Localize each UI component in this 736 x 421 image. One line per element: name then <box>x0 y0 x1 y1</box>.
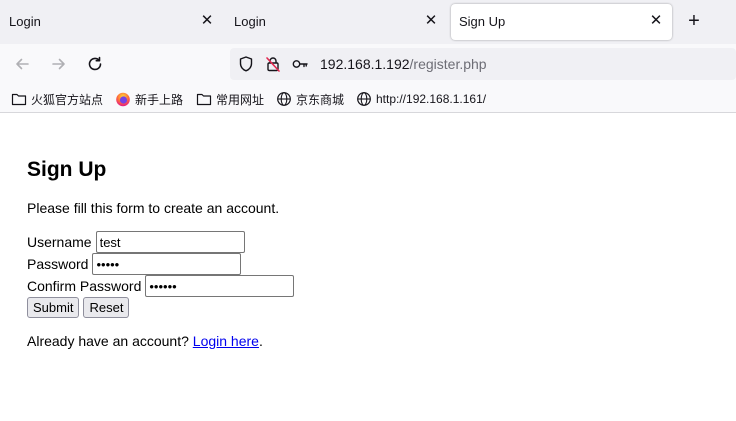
bookmark-label: 新手上路 <box>135 92 184 107</box>
bookmark-item[interactable]: 新手上路 <box>115 90 183 108</box>
reload-icon <box>88 56 102 71</box>
bookmark-label: 常用网址 <box>216 92 265 107</box>
bookmark-item[interactable]: 常用网址 <box>196 90 264 108</box>
new-tab-button[interactable]: + <box>683 11 705 33</box>
username-label: Username <box>27 234 92 250</box>
confirm-password-input[interactable] <box>145 275 295 297</box>
bookmark-item[interactable]: 火狐官方站点 <box>11 90 103 108</box>
firefox-icon <box>116 92 130 107</box>
globe-icon <box>357 92 371 106</box>
page-title: Sign Up <box>27 158 107 181</box>
tab-sign-up[interactable]: Sign Up ✕ <box>451 4 672 40</box>
login-link[interactable]: Login here <box>193 333 259 349</box>
confirm-password-row: Confirm Password <box>27 275 295 297</box>
form-intro: Please fill this form to create an accou… <box>27 200 280 216</box>
login-suffix: . <box>258 333 263 349</box>
url-text[interactable]: 192.168.1.192/register.php <box>320 56 487 72</box>
insecure-lock-icon[interactable] <box>264 55 282 73</box>
browser-window: Login ✕ Login ✕ Sign Up ✕ + 192.168.1.19… <box>0 0 736 421</box>
account-prompt-text: Already have an account? <box>27 333 189 349</box>
reload-button[interactable] <box>83 52 107 76</box>
folder-icon <box>11 93 27 106</box>
close-tab-icon[interactable]: ✕ <box>647 12 665 30</box>
bookmark-label: http://192.168.1.161/ <box>376 92 487 106</box>
page-content: Sign Up Please fill this form to create … <box>0 113 736 421</box>
globe-icon <box>277 92 291 106</box>
navigation-bar: 192.168.1.192/register.php <box>0 44 736 84</box>
back-button[interactable] <box>10 52 34 76</box>
url-bar[interactable]: 192.168.1.192/register.php <box>230 48 736 80</box>
bookmarks-bar: 火狐官方站点 新手上路 常用网址 京东商城 http://192.168.1.1… <box>0 84 736 113</box>
tab-login-1[interactable]: Login ✕ <box>0 4 224 40</box>
close-tab-icon[interactable]: ✕ <box>198 12 216 30</box>
login-prompt: Already have an account? Login here. <box>27 333 263 349</box>
bookmark-label: 火狐官方站点 <box>31 92 104 107</box>
url-path: /register.php <box>409 56 487 72</box>
bookmark-item[interactable]: 京东商城 <box>276 90 344 108</box>
username-row: Username <box>27 231 245 253</box>
bookmark-item[interactable]: http://192.168.1.161/ <box>356 90 486 108</box>
tab-label: Login <box>234 14 266 29</box>
shield-icon[interactable] <box>237 55 255 73</box>
key-icon[interactable] <box>291 55 309 73</box>
forward-button[interactable] <box>47 52 71 76</box>
form-buttons: Submit Reset <box>27 297 133 318</box>
tab-label: Login <box>9 14 41 29</box>
arrow-right-icon <box>52 58 65 70</box>
tab-bar: Login ✕ Login ✕ Sign Up ✕ + <box>0 0 736 44</box>
bookmark-label: 京东商城 <box>296 92 345 107</box>
folder-icon <box>196 93 212 106</box>
arrow-left-icon <box>16 58 29 70</box>
close-tab-icon[interactable]: ✕ <box>422 12 440 30</box>
reset-button[interactable]: Reset <box>83 297 130 318</box>
confirm-password-label: Confirm Password <box>27 278 142 294</box>
tab-label: Sign Up <box>459 14 506 29</box>
url-host: 192.168.1.192 <box>320 56 410 72</box>
password-label: Password <box>27 256 89 272</box>
password-row: Password <box>27 253 242 275</box>
tab-login-2[interactable]: Login ✕ <box>225 4 449 40</box>
password-input[interactable] <box>92 253 242 275</box>
submit-button[interactable]: Submit <box>27 297 80 318</box>
username-input[interactable] <box>95 231 245 253</box>
